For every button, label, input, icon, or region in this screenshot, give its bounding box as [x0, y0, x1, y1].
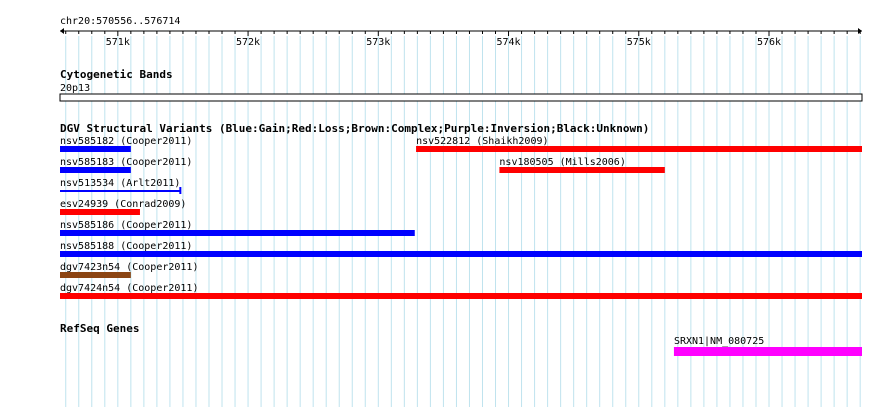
dgv-feature-bar[interactable]: [60, 293, 862, 299]
ruler: chr20:570556..576714 571k 572k 573k 574k 575…: [60, 16, 862, 48]
ruler-tick-label: 573k: [366, 37, 390, 48]
dgv-track-title: DGV Structural Variants (Blue:Gain;Red:L…: [60, 122, 649, 135]
dgv-feature[interactable]: dgv7424n54 (Cooper2011): [60, 283, 862, 299]
dgv-feature-bar[interactable]: [416, 146, 862, 152]
dgv-feature-bar[interactable]: [60, 146, 131, 152]
ruler-tick-label: 576k: [757, 37, 781, 48]
ruler-tick-label: 574k: [496, 37, 520, 48]
dgv-feature[interactable]: nsv180505 (Mills2006): [499, 157, 665, 173]
dgv-feature-bar[interactable]: [60, 251, 862, 257]
dgv-feature-label: esv24939 (Conrad2009): [60, 199, 186, 210]
ruler-tick-label: 571k: [106, 37, 130, 48]
dgv-feature[interactable]: esv24939 (Conrad2009): [60, 199, 186, 215]
dgv-feature-bar[interactable]: [60, 167, 131, 173]
dgv-feature-label: nsv585186 (Cooper2011): [60, 220, 192, 231]
cytoband-label: 20p13: [60, 83, 90, 94]
ruler-ticks: 571k 572k 573k 574k 575k 576k: [65, 31, 861, 48]
dgv-feature-label: nsv180505 (Mills2006): [499, 157, 625, 168]
dgv-feature-bar[interactable]: [60, 230, 415, 236]
dgv-feature[interactable]: dgv7423n54 (Cooper2011): [60, 262, 198, 278]
dgv-feature-label: dgv7423n54 (Cooper2011): [60, 262, 198, 273]
dgv-feature-label: nsv522812 (Shaikh2009): [416, 136, 548, 147]
refseq-track-title: RefSeq Genes: [60, 322, 139, 335]
dgv-feature-label: nsv585182 (Cooper2011): [60, 136, 192, 147]
genome-browser-view: chr20:570556..576714 571k 572k 573k 574k 575…: [59, 16, 863, 407]
dgv-feature-bar[interactable]: [499, 167, 665, 173]
refseq-gene-label: SRXN1|NM_080725: [674, 336, 764, 347]
dgv-feature-label: nsv585188 (Cooper2011): [60, 241, 192, 252]
cytoband-track-title: Cytogenetic Bands: [60, 68, 173, 81]
dgv-feature-bar[interactable]: [60, 190, 181, 192]
dgv-feature-label: nsv513534 (Arlt2011): [60, 178, 180, 189]
cytoband-track: Cytogenetic Bands 20p13: [59, 68, 863, 102]
dgv-feature[interactable]: nsv585183 (Cooper2011): [60, 157, 192, 173]
dgv-feature-bar[interactable]: [60, 272, 131, 278]
dgv-feature-end-cap: [179, 187, 182, 194]
refseq-track: RefSeq Genes SRXN1|NM_080725: [60, 322, 862, 356]
dgv-track: DGV Structural Variants (Blue:Gain;Red:L…: [60, 122, 862, 299]
dgv-feature[interactable]: nsv585186 (Cooper2011): [60, 220, 415, 236]
ruler-tick-label: 572k: [236, 37, 260, 48]
cytoband-band[interactable]: [59, 93, 863, 102]
ruler-left-arrow-icon[interactable]: [60, 28, 64, 34]
dgv-feature-label: nsv585183 (Cooper2011): [60, 157, 192, 168]
dgv-features: nsv585182 (Cooper2011) nsv522812 (Shaikh2…: [60, 136, 862, 299]
refseq-gene-bar[interactable]: [673, 347, 862, 356]
dgv-feature[interactable]: nsv585182 (Cooper2011): [60, 136, 192, 152]
dgv-feature[interactable]: nsv513534 (Arlt2011): [60, 178, 182, 194]
dgv-feature-bar[interactable]: [60, 209, 140, 215]
region-label: chr20:570556..576714: [60, 16, 180, 27]
ruler-tick-label: 575k: [627, 37, 651, 48]
dgv-feature[interactable]: nsv585188 (Cooper2011): [60, 241, 862, 257]
dgv-feature-label: dgv7424n54 (Cooper2011): [60, 283, 198, 294]
